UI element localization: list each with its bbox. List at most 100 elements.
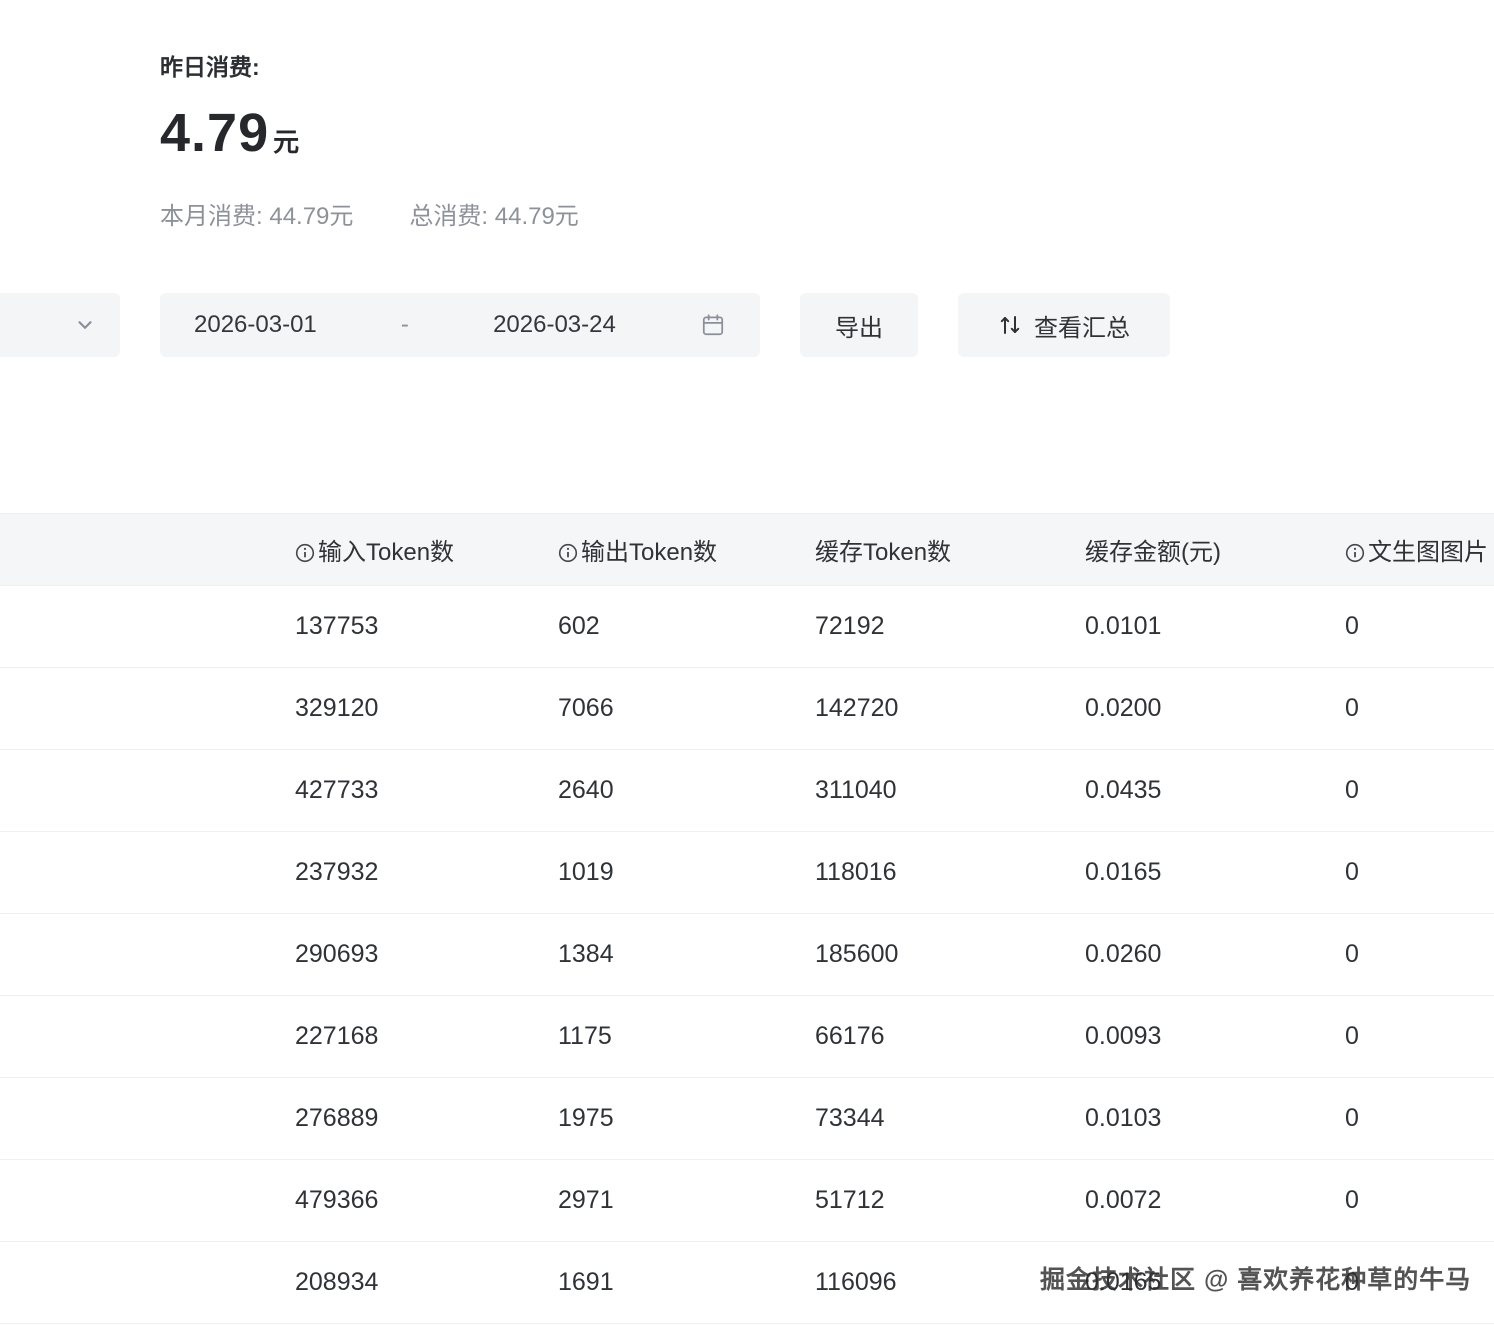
cell-input-tokens: 479366 xyxy=(295,1160,558,1242)
total-consumption-label: 总消费: xyxy=(409,203,488,230)
cell-cache-tokens: 51712 xyxy=(815,1160,1085,1242)
table-header-input-tokens: 输入Token数 xyxy=(295,514,558,586)
chevron-down-icon xyxy=(74,314,96,336)
export-button[interactable]: 导出 xyxy=(800,293,918,357)
column-label: 输入Token数 xyxy=(318,539,454,566)
column-label: 输出Token数 xyxy=(581,539,717,566)
row-leading-cell xyxy=(0,832,295,914)
month-consumption: 本月消费: 44.79元 xyxy=(160,196,353,231)
cell-output-tokens: 1384 xyxy=(558,914,815,996)
table-row: 290693 1384 185600 0.0260 0 xyxy=(0,914,1494,996)
column-label: 缓存Token数 xyxy=(815,539,951,566)
cell-cache-amount: 0.0200 xyxy=(1085,668,1345,750)
cell-output-tokens: 1691 xyxy=(558,1242,815,1324)
date-separator: - xyxy=(401,311,409,339)
cell-t2i-images: 0 xyxy=(1345,750,1494,832)
info-icon xyxy=(1345,543,1365,563)
total-consumption-value: 44.79元 xyxy=(495,203,579,230)
cell-output-tokens: 1975 xyxy=(558,1078,815,1160)
table-header-t2i-images: 文生图图片 xyxy=(1345,514,1494,586)
date-end[interactable]: 2026-03-24 xyxy=(493,311,616,339)
row-leading-cell xyxy=(0,1160,295,1242)
table-body: 137753 602 72192 0.0101 0 329120 7066 14… xyxy=(0,586,1494,1324)
cell-cache-tokens: 142720 xyxy=(815,668,1085,750)
cell-t2i-images: 0 xyxy=(1345,1078,1494,1160)
table-header-leading xyxy=(0,514,295,586)
table-header-cache-tokens: 缓存Token数 xyxy=(815,514,1085,586)
table-header-row: 输入Token数 输出Token数 缓存Token数 缓存金额(元) 文生图图片 xyxy=(0,514,1494,586)
table-row: 276889 1975 73344 0.0103 0 xyxy=(0,1078,1494,1160)
cell-cache-tokens: 185600 xyxy=(815,914,1085,996)
cell-input-tokens: 427733 xyxy=(295,750,558,832)
table-header-output-tokens: 输出Token数 xyxy=(558,514,815,586)
cell-input-tokens: 137753 xyxy=(295,586,558,668)
total-consumption: 总消费: 44.79元 xyxy=(409,196,578,231)
cell-cache-amount: 0.0101 xyxy=(1085,586,1345,668)
date-start[interactable]: 2026-03-01 xyxy=(194,311,317,339)
cell-t2i-images: 0 xyxy=(1345,914,1494,996)
cell-cache-amount: 0.0435 xyxy=(1085,750,1345,832)
column-label: 缓存金额(元) xyxy=(1085,539,1221,566)
row-leading-cell xyxy=(0,914,295,996)
cell-input-tokens: 208934 xyxy=(295,1242,558,1324)
cell-input-tokens: 276889 xyxy=(295,1078,558,1160)
export-button-label: 导出 xyxy=(835,308,883,343)
row-leading-cell xyxy=(0,750,295,832)
cell-t2i-images: 0 xyxy=(1345,1160,1494,1242)
table-row: 427733 2640 311040 0.0435 0 xyxy=(0,750,1494,832)
row-leading-cell xyxy=(0,1078,295,1160)
cell-input-tokens: 290693 xyxy=(295,914,558,996)
date-range-picker[interactable]: 2026-03-01 - 2026-03-24 xyxy=(160,293,760,357)
cell-cache-tokens: 66176 xyxy=(815,996,1085,1078)
yesterday-consumption-label: 昨日消费: xyxy=(160,48,579,82)
table-header-cache-amount: 缓存金额(元) xyxy=(1085,514,1345,586)
table-row: 329120 7066 142720 0.0200 0 xyxy=(0,668,1494,750)
cell-t2i-images: 0 xyxy=(1345,586,1494,668)
consumption-sub-stats: 本月消费: 44.79元 总消费: 44.79元 xyxy=(160,196,579,231)
usage-table: 输入Token数 输出Token数 缓存Token数 缓存金额(元) 文生图图片 xyxy=(0,513,1494,1324)
view-summary-label: 查看汇总 xyxy=(1034,308,1130,343)
cell-cache-tokens: 118016 xyxy=(815,832,1085,914)
cell-output-tokens: 2640 xyxy=(558,750,815,832)
column-label: 文生图图片 xyxy=(1368,539,1488,566)
filter-select[interactable] xyxy=(0,293,120,357)
cell-output-tokens: 2971 xyxy=(558,1160,815,1242)
cell-cache-tokens: 73344 xyxy=(815,1078,1085,1160)
cell-cache-amount: 0.0103 xyxy=(1085,1078,1345,1160)
cell-output-tokens: 602 xyxy=(558,586,815,668)
usage-table-container: 输入Token数 输出Token数 缓存Token数 缓存金额(元) 文生图图片 xyxy=(0,513,1494,1324)
row-leading-cell xyxy=(0,996,295,1078)
calendar-icon xyxy=(700,312,726,338)
table-row: 208934 1691 116096 0.0165 0 xyxy=(0,1242,1494,1324)
cell-input-tokens: 329120 xyxy=(295,668,558,750)
cell-input-tokens: 237932 xyxy=(295,832,558,914)
table-row: 479366 2971 51712 0.0072 0 xyxy=(0,1160,1494,1242)
cell-output-tokens: 1019 xyxy=(558,832,815,914)
cell-t2i-images: 0 xyxy=(1345,832,1494,914)
amount-value: 4.79 xyxy=(160,102,269,164)
cell-cache-tokens: 116096 xyxy=(815,1242,1085,1324)
cell-cache-tokens: 311040 xyxy=(815,750,1085,832)
row-leading-cell xyxy=(0,586,295,668)
cell-t2i-images: 0 xyxy=(1345,668,1494,750)
month-consumption-label: 本月消费: xyxy=(160,203,263,230)
table-row: 227168 1175 66176 0.0093 0 xyxy=(0,996,1494,1078)
yesterday-consumption-amount: 4.79 元 xyxy=(160,102,579,164)
cell-cache-tokens: 72192 xyxy=(815,586,1085,668)
cell-cache-amount: 0.0165 xyxy=(1085,832,1345,914)
cell-t2i-images: 0 xyxy=(1345,996,1494,1078)
row-leading-cell xyxy=(0,668,295,750)
row-leading-cell xyxy=(0,1242,295,1324)
cell-cache-amount: 0.0260 xyxy=(1085,914,1345,996)
sort-icon xyxy=(998,313,1022,337)
cell-input-tokens: 227168 xyxy=(295,996,558,1078)
cell-cache-amount: 0.0165 xyxy=(1085,1242,1345,1324)
table-row: 237932 1019 118016 0.0165 0 xyxy=(0,832,1494,914)
cell-t2i-images: 0 xyxy=(1345,1242,1494,1324)
cell-cache-amount: 0.0093 xyxy=(1085,996,1345,1078)
view-summary-button[interactable]: 查看汇总 xyxy=(958,293,1170,357)
cell-output-tokens: 7066 xyxy=(558,668,815,750)
cell-output-tokens: 1175 xyxy=(558,996,815,1078)
month-consumption-value: 44.79元 xyxy=(269,203,353,230)
consumption-summary: 昨日消费: 4.79 元 本月消费: 44.79元 总消费: 44.79元 xyxy=(160,48,579,231)
